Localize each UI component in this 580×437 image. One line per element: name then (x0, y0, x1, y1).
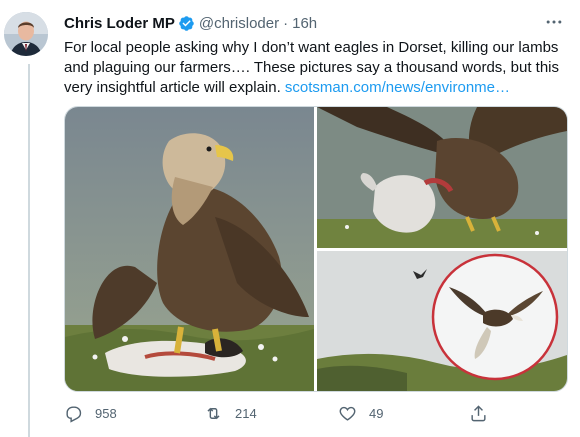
share-button[interactable] (469, 401, 500, 425)
photo-eagle-lifting-lamb[interactable] (317, 107, 567, 248)
author-handle[interactable]: @chrisloder (199, 15, 279, 32)
retweet-count: 214 (235, 405, 257, 421)
share-icon (471, 404, 486, 421)
tweet-text: For local people asking why I don’t want… (64, 38, 564, 98)
photo-eagle-on-lamb[interactable] (65, 107, 314, 391)
like-count: 49 (369, 405, 384, 421)
article-link[interactable]: scotsman.com/news/environme… (285, 79, 510, 96)
thread-line (28, 64, 30, 437)
more-horizontal-icon[interactable] (544, 12, 564, 32)
tweet-actions: 958 214 49 (64, 401, 494, 425)
heart-icon (339, 406, 356, 421)
tweet-timestamp[interactable]: 16h (292, 15, 317, 32)
media-grid (64, 106, 568, 392)
like-button[interactable]: 49 (338, 401, 383, 425)
tweet-header: Chris Loder MP @chrisloder · 16h (64, 12, 570, 34)
avatar[interactable] (4, 12, 48, 56)
reply-button[interactable]: 958 (64, 401, 117, 425)
photo-eagle-in-flight[interactable] (317, 251, 567, 391)
retweet-icon (207, 407, 220, 419)
author-name[interactable]: Chris Loder MP (64, 15, 175, 32)
retweet-button[interactable]: 214 (204, 401, 257, 425)
reply-count: 958 (95, 405, 117, 421)
separator-dot: · (283, 14, 289, 32)
avatar-image (4, 12, 48, 56)
verified-badge-icon (179, 15, 194, 31)
reply-icon (66, 405, 82, 423)
